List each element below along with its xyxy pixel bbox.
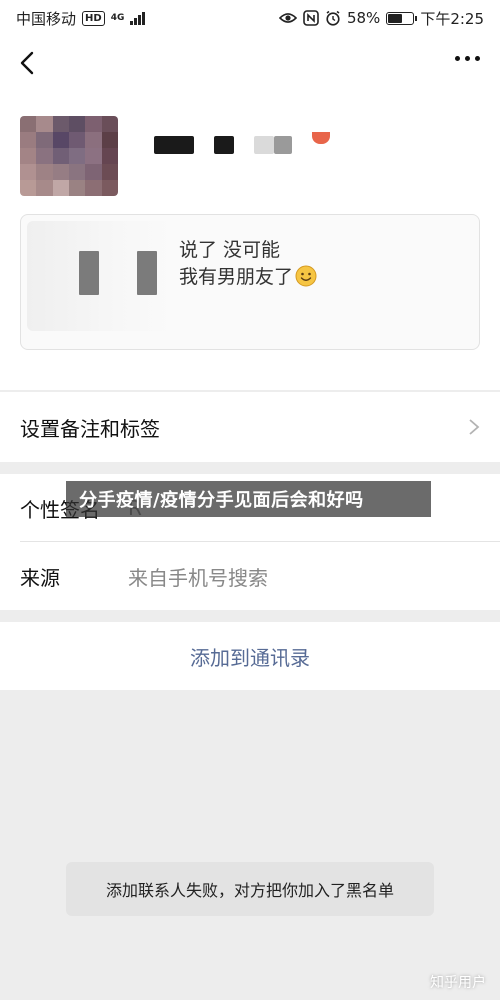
avatar-mosaic-tile [20,164,37,180]
battery-icon [386,11,418,25]
avatar-mosaic-tile [36,164,53,180]
avatar-mosaic-tile [101,148,118,164]
error-toast: 添加联系人失败，对方把你加入了黑名单 [66,862,434,916]
avatar-mosaic-tile [69,148,86,164]
moment-line-2-text: 我有男朋友了 [179,266,294,288]
avatar-mosaic-tile [85,148,102,164]
moment-text: 说了 没可能 我有男朋友了 [179,237,317,291]
avatar-mosaic-tile [52,164,69,180]
back-arrow-icon[interactable] [14,48,44,78]
source-row: 来源 来自手机号搜索 [0,542,500,610]
moment-line-2: 我有男朋友了 [179,264,317,291]
avatar-mosaic-tile [20,132,37,148]
thumbnail-bar [137,251,157,295]
thumbnail-bar [79,251,99,295]
hd-badge: HD [82,10,105,26]
status-left: 中国移动 HD 4G [16,8,146,29]
avatar-mosaic-tile [69,132,86,148]
watermark: 知乎用户 [430,975,486,991]
status-bar: 中国移动 HD 4G 58% 下午2:25 [0,0,500,36]
signal-icon [130,11,146,25]
avatar-mosaic-tile [69,180,86,196]
avatar[interactable] [20,116,118,196]
avatar-mosaic-tile [52,148,69,164]
redaction-block [274,136,292,154]
avatar-mosaic-tile [20,116,37,132]
avatar-mosaic-tile [20,148,37,164]
redaction-block [214,136,234,154]
chevron-right-icon [469,419,480,435]
article-title-banner: 分手疫情/疫情分手见面后会和好吗 [66,481,431,517]
redaction-block [312,132,330,144]
avatar-mosaic-tile [36,116,53,132]
eye-icon [278,13,297,23]
status-time: 下午2:25 [420,9,484,28]
avatar-mosaic-tile [52,132,69,148]
add-to-contacts-button[interactable]: 添加到通讯录 [0,622,500,690]
avatar-mosaic-tile [85,164,102,180]
avatar-mosaic-tile [69,116,86,132]
smile-emoji-icon [295,265,317,287]
avatar-mosaic-tile [85,180,102,196]
moments-preview[interactable]: 说了 没可能 我有男朋友了 [20,214,480,350]
avatar-mosaic-tile [101,164,118,180]
avatar-mosaic-tile [36,148,53,164]
avatar-mosaic-tile [52,180,69,196]
nav-bar [0,36,500,92]
avatar-mosaic-tile [101,116,118,132]
carrier-label: 中国移动 [16,9,77,28]
avatar-mosaic-tile [101,132,118,148]
source-label: 来源 [20,565,60,590]
avatar-mosaic-tile [85,116,102,132]
avatar-mosaic-tile [20,180,37,196]
avatar-mosaic-tile [69,164,86,180]
status-right: 58% 下午2:25 [278,8,484,29]
profile-card: 说了 没可能 我有男朋友了 [0,92,500,390]
redaction-block [254,136,274,154]
moment-line-1: 说了 没可能 [179,239,281,261]
network-badge: 4G [110,12,125,23]
remark-tags-label: 设置备注和标签 [20,416,160,441]
avatar-mosaic-tile [52,116,69,132]
avatar-mosaic-tile [36,180,53,196]
source-value: 来自手机号搜索 [128,565,268,590]
more-options-icon[interactable] [455,56,480,61]
nfc-icon [303,10,319,26]
avatar-mosaic-tile [101,180,118,196]
battery-percent: 58% [346,9,381,27]
avatar-mosaic-tile [85,132,102,148]
alarm-icon [326,10,340,26]
avatar-mosaic-tile [36,132,53,148]
redaction-block [154,136,194,154]
remark-tags-row[interactable]: 设置备注和标签 [0,392,500,462]
